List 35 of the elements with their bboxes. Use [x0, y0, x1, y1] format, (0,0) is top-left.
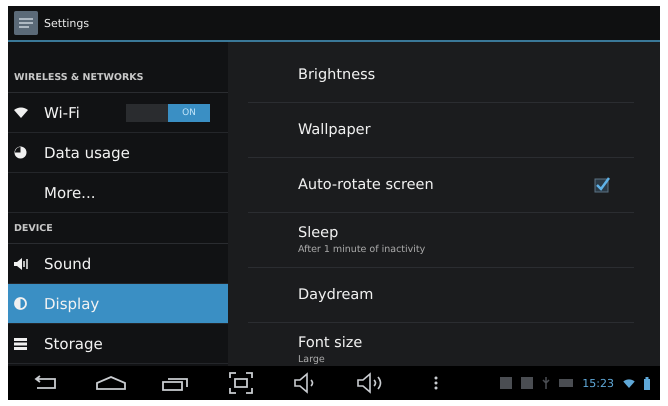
sidebar-item[interactable]: Wi-Fi ON [8, 93, 228, 133]
setting-summary: After 1 minute of inactivity [298, 244, 426, 255]
settings-app-icon [14, 11, 38, 35]
clock: 15:23 [582, 376, 614, 390]
setting-title: Sleep [298, 225, 340, 241]
window-title: Settings [44, 16, 90, 30]
brightness-icon [14, 297, 27, 310]
setting-summary: Large [298, 354, 326, 365]
pie-chart-icon [14, 146, 27, 159]
keyboard-icon [559, 379, 574, 387]
battery-icon [644, 376, 650, 390]
sidebar-item[interactable]: More... [8, 173, 228, 213]
setting-title: Font size [298, 335, 364, 351]
settings-row[interactable]: Auto-rotate screen [248, 158, 634, 213]
wifi-icon [623, 378, 635, 388]
settings-row[interactable]: Wallpaper [248, 103, 634, 158]
storage-icon [14, 338, 27, 350]
section-header: WIRELESS & NETWORKS [14, 72, 144, 82]
wifi-icon [14, 107, 28, 118]
setting-title: Auto-rotate screen [298, 177, 435, 193]
notification-icon [521, 377, 534, 389]
usb-icon [542, 377, 550, 389]
setting-title: Wallpaper [298, 122, 372, 138]
settings-row[interactable]: Daydream [248, 268, 634, 323]
sidebar-item[interactable]: Data usage [8, 133, 228, 173]
toggle-thumb: ON [168, 104, 210, 122]
checkbox[interactable] [594, 177, 610, 193]
settings-row[interactable]: Sleep After 1 minute of inactivity [248, 213, 634, 268]
settings-row[interactable]: Brightness [248, 48, 634, 103]
speaker-icon [14, 258, 29, 270]
notification-icon [500, 377, 512, 389]
sidebar-item[interactable]: Storage [8, 324, 228, 364]
section-header: DEVICE [14, 222, 53, 234]
setting-title: Daydream [298, 287, 374, 303]
setting-title: Brightness [298, 67, 376, 83]
